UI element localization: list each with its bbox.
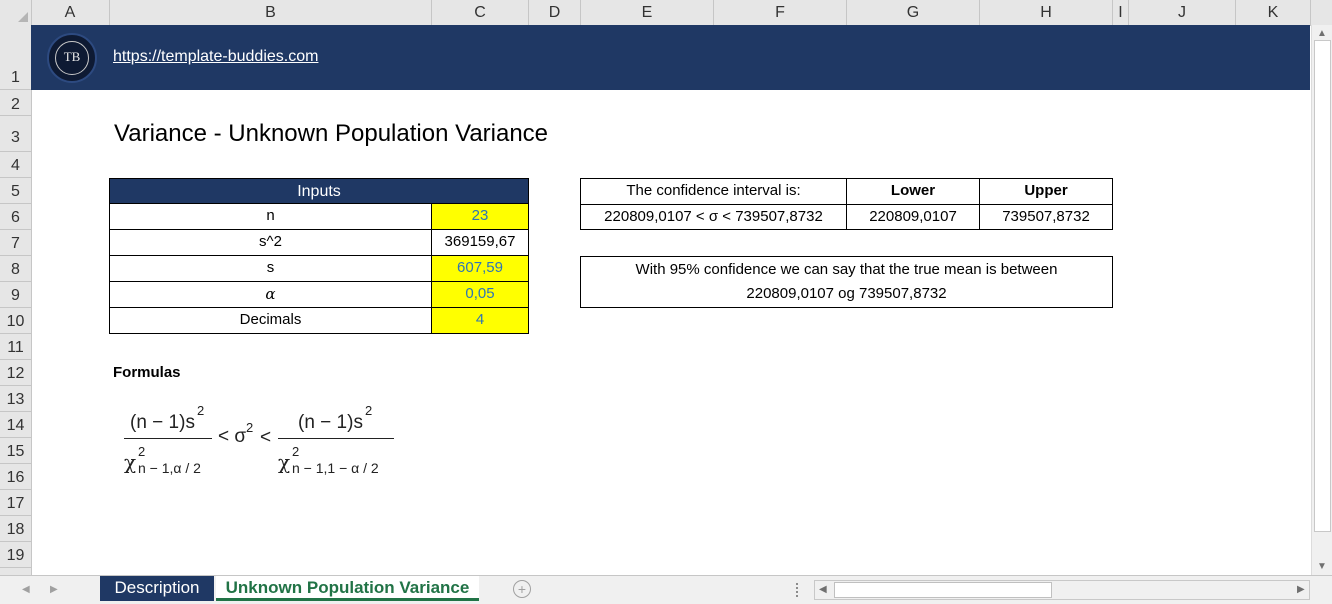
- formulas-label: Formulas: [113, 364, 181, 381]
- website-link[interactable]: https://template-buddies.com: [113, 48, 318, 66]
- formula-right-bar: [278, 438, 394, 439]
- hscroll-right-arrow[interactable]: ▶: [1297, 584, 1305, 595]
- page-title: Variance - Unknown Population Variance: [114, 120, 549, 147]
- formula-middle-sigma-exp: 2: [246, 420, 254, 435]
- row-header-9[interactable]: 9: [0, 282, 31, 308]
- confidence-interval-table: The confidence interval is: Lower Upper …: [580, 178, 1113, 230]
- column-header-b[interactable]: B: [110, 0, 432, 25]
- row-header-12[interactable]: 12: [0, 360, 31, 386]
- ci-header: The confidence interval is:: [580, 178, 847, 205]
- input-value-alpha[interactable]: 0,05: [431, 281, 529, 308]
- row-header-10[interactable]: 10: [0, 308, 31, 334]
- column-header-e[interactable]: E: [581, 0, 714, 25]
- conclusion-line-1: With 95% confidence we can say that the …: [635, 261, 1058, 278]
- formula-left-num-exp: 2: [197, 403, 205, 418]
- inputs-table: Inputs n 23 s^2 369159,67 s 607,59 α 0,0…: [109, 178, 529, 334]
- tab-unknown-population-variance[interactable]: Unknown Population Variance: [216, 576, 479, 601]
- tab-scroll-right-icon[interactable]: ▶: [50, 584, 58, 595]
- formula-left-chi: χ: [124, 450, 137, 474]
- row-header-18[interactable]: 18: [0, 516, 31, 542]
- formula-right-num-exp: 2: [365, 403, 373, 418]
- formula-left-numerator: (n − 1)s: [130, 412, 195, 433]
- input-label-alpha: α: [109, 281, 432, 308]
- formula-right-numerator: (n − 1)s: [298, 412, 363, 433]
- select-all-triangle: [18, 12, 28, 22]
- ci-upper-label: Upper: [979, 178, 1113, 205]
- row-header-13[interactable]: 13: [0, 386, 31, 412]
- row-header-16[interactable]: 16: [0, 464, 31, 490]
- tab-description[interactable]: Description: [100, 576, 214, 601]
- formula-middle-sigma: < σ: [218, 426, 247, 447]
- add-sheet-icon[interactable]: +: [513, 580, 531, 598]
- column-header-k[interactable]: K: [1236, 0, 1311, 25]
- input-label-n: n: [109, 203, 432, 230]
- scroll-up-arrow[interactable]: ▲: [1317, 28, 1327, 39]
- column-header-j[interactable]: J: [1129, 0, 1236, 25]
- tab-scroll-left-icon[interactable]: ◀: [22, 584, 30, 595]
- row-header-4[interactable]: 4: [0, 152, 31, 178]
- ci-expression[interactable]: 220809,0107 < σ < 739507,8732: [580, 204, 847, 230]
- row-header-1[interactable]: 1: [0, 25, 31, 90]
- column-header-h[interactable]: H: [980, 0, 1113, 25]
- input-label-s: s: [109, 255, 432, 282]
- row-header-14[interactable]: 14: [0, 412, 31, 438]
- splitter-handle-icon[interactable]: [796, 583, 802, 597]
- formula-right-chi-exp: 2: [292, 444, 300, 459]
- hscroll-left-arrow[interactable]: ◀: [819, 584, 827, 595]
- ci-lower-label: Lower: [846, 178, 980, 205]
- horizontal-scroll-thumb[interactable]: [834, 582, 1052, 598]
- column-header-d[interactable]: D: [529, 0, 581, 25]
- row-header-11[interactable]: 11: [0, 334, 31, 360]
- row-header-8[interactable]: 8: [0, 256, 31, 282]
- ci-upper-value[interactable]: 739507,8732: [979, 204, 1113, 230]
- column-header-a[interactable]: A: [31, 0, 110, 25]
- row-header-17[interactable]: 17: [0, 490, 31, 516]
- row-header-2[interactable]: 2: [0, 90, 31, 116]
- row-header-7[interactable]: 7: [0, 230, 31, 256]
- formula-left-chi-exp: 2: [138, 444, 146, 459]
- logo-emblem: TB: [55, 41, 89, 75]
- input-value-s[interactable]: 607,59: [431, 255, 529, 282]
- column-header-g[interactable]: G: [847, 0, 980, 25]
- formula-left-chi-sub: n − 1,α / 2: [138, 460, 201, 476]
- column-header-f[interactable]: F: [714, 0, 847, 25]
- row-header-3[interactable]: 3: [0, 116, 31, 152]
- row-header-5[interactable]: 5: [0, 178, 31, 204]
- column-header-i[interactable]: I: [1113, 0, 1129, 25]
- input-value-decimals[interactable]: 4: [431, 307, 529, 334]
- input-label-decimals: Decimals: [109, 307, 432, 334]
- formula-middle-lt: <: [260, 427, 272, 448]
- formula-right-chi: χ: [278, 450, 291, 474]
- vertical-scroll-thumb[interactable]: [1314, 40, 1331, 532]
- input-value-n[interactable]: 23: [431, 203, 529, 230]
- formula-right-chi-sub: n − 1,1 − α / 2: [292, 460, 379, 476]
- row-header-15[interactable]: 15: [0, 438, 31, 464]
- inputs-header: Inputs: [109, 178, 529, 204]
- input-value-s2[interactable]: 369159,67: [431, 229, 529, 256]
- input-label-s2: s^2: [109, 229, 432, 256]
- column-header-c[interactable]: C: [432, 0, 529, 25]
- conclusion-line-2: 220809,0107 og 739507,8732: [746, 285, 947, 302]
- scroll-down-arrow[interactable]: ▼: [1317, 561, 1327, 572]
- formula-left-bar: [124, 438, 212, 439]
- ci-lower-value[interactable]: 220809,0107: [846, 204, 980, 230]
- conclusion-box[interactable]: With 95% confidence we can say that the …: [580, 256, 1113, 308]
- row-header-19[interactable]: 19: [0, 542, 31, 568]
- formula-image: (n − 1)s 2 χ 2 n − 1,α / 2 < σ 2 < (n − …: [118, 400, 408, 485]
- row-header-6[interactable]: 6: [0, 204, 31, 230]
